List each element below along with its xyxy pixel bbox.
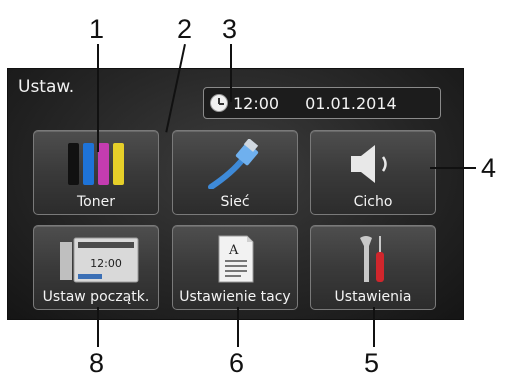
toner-cartridge-1 [83, 143, 94, 185]
settings-button[interactable]: Ustawienia [310, 225, 436, 310]
clock-time: 12:00 [233, 93, 280, 113]
toner-button[interactable]: Toner [33, 130, 159, 215]
network-button[interactable]: Sieć [172, 130, 298, 215]
paper-tray-icon: A [173, 234, 297, 284]
leader-line-4 [430, 167, 476, 169]
tray-setting-label: Ustawienie tacy [179, 289, 291, 305]
network-cable-icon [173, 138, 297, 190]
leader-line-1 [97, 44, 99, 152]
tray-setting-button[interactable]: A Ustawienie tacy [172, 225, 298, 310]
mini-screen-time: 12:00 [90, 257, 122, 270]
quiet-mode-label: Cicho [353, 194, 393, 210]
callout-1: 1 [89, 14, 105, 44]
date-time-display[interactable]: 12:00 01.01.2014 [203, 87, 441, 119]
network-label: Sieć [220, 194, 250, 210]
screen-title: Ustaw. [18, 77, 75, 97]
callout-5: 5 [364, 348, 380, 378]
callout-8: 8 [89, 348, 105, 378]
callout-4: 4 [481, 153, 497, 183]
home-screen-icon: 12:00 [34, 234, 158, 284]
callout-6: 6 [229, 348, 245, 378]
leader-line-3 [230, 44, 232, 102]
leader-line-8 [97, 307, 99, 347]
toner-icon [34, 139, 158, 189]
toner-cartridge-3 [113, 143, 124, 185]
callout-2: 2 [177, 14, 193, 44]
home-setting-label: Ustaw początk. [42, 289, 150, 305]
home-setting-button[interactable]: 12:00 Ustaw początk. [33, 225, 159, 310]
settings-label: Ustawienia [334, 289, 412, 305]
quiet-mode-button[interactable]: Cicho [310, 130, 436, 215]
clock-date: 01.01.2014 [305, 93, 397, 113]
speaker-icon [311, 139, 435, 189]
printer-touchscreen: Ustaw. 12:00 01.01.2014 Toner Sieć Cicho… [7, 68, 464, 320]
toner-label: Toner [77, 194, 115, 210]
leader-line-5 [373, 307, 375, 347]
toner-cartridge-0 [68, 143, 79, 185]
wrench-screwdriver-icon [311, 234, 435, 284]
toner-cartridge-2 [98, 143, 109, 185]
paper-letter: A [228, 243, 239, 258]
callout-3: 3 [222, 14, 238, 44]
leader-line-6 [237, 307, 239, 347]
clock-icon [210, 94, 228, 112]
